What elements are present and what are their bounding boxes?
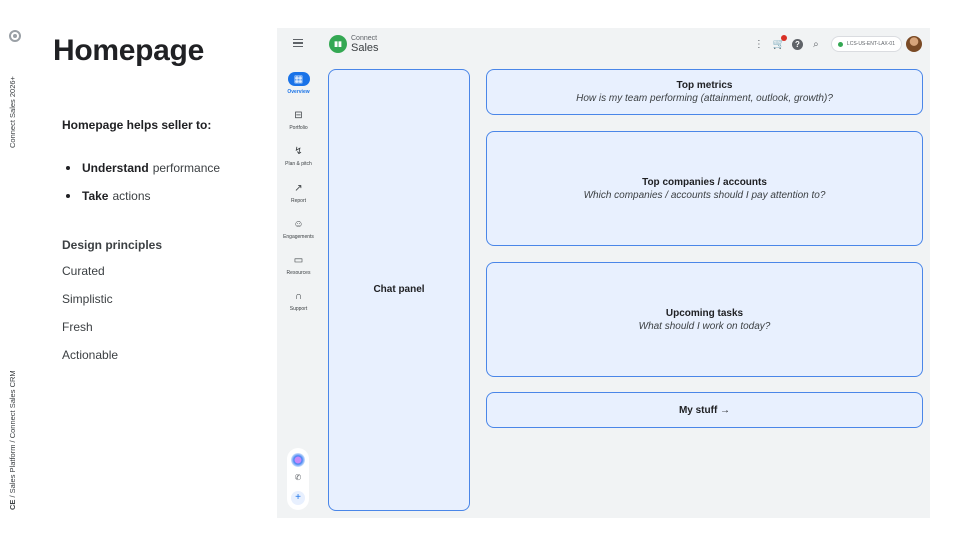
brand-name: Sales [351, 42, 379, 54]
nav-item-support[interactable]: ∩ Support [277, 289, 320, 313]
chat-panel-title: Chat panel [373, 284, 425, 295]
principles-list: Curated Simplistic Fresh Actionable [62, 264, 118, 376]
bullet-list: Understand performance Take actions [66, 154, 220, 210]
person-card-icon: ☺ [293, 218, 304, 230]
my-stuff-button[interactable]: My stuff → [486, 392, 923, 428]
bullet-text: performance [152, 161, 221, 175]
top-metrics-card[interactable]: Top metrics How is my team performing (a… [486, 69, 923, 115]
principle-item: Curated [62, 264, 105, 278]
top-metrics-title: Top metrics [676, 80, 733, 91]
assistant-icon[interactable] [291, 453, 305, 467]
nav-item-resources[interactable]: ▭ Resources [277, 253, 320, 277]
more-vert-icon[interactable]: ⋮ [752, 37, 766, 51]
account-chip[interactable]: LCS-US-ENT-LAX-01 [830, 36, 902, 52]
nav-label: Portfolio [289, 125, 308, 131]
status-dot-icon [837, 41, 843, 47]
bullet-bold: Take [82, 189, 109, 203]
nav-label: Resources [286, 270, 311, 276]
upcoming-tasks-subtitle: What should I work on today? [638, 320, 771, 332]
bullet-text: actions [112, 189, 151, 203]
brand-name-small: Connect [351, 35, 378, 42]
top-companies-subtitle: Which companies / accounts should I pay … [583, 189, 826, 201]
upcoming-tasks-title: Upcoming tasks [665, 307, 744, 319]
bullet-item: Take actions [66, 182, 220, 210]
nav-label: Overview [287, 89, 310, 95]
dashboard-icon: ▦ [287, 72, 310, 86]
side-label-bottom: CE / Sales Platform / Connect Sales CRM [8, 370, 17, 510]
chart-icon: ↗ [294, 182, 303, 194]
nav-item-engagements[interactable]: ☺ Engagements [277, 217, 320, 241]
top-metrics-subtitle: How is my team performing (attainment, o… [576, 93, 833, 104]
side-label-top: Connect Sales 2026+ [8, 76, 17, 148]
bullet-bold: Understand [82, 161, 149, 175]
principles-title: Design principles [62, 238, 163, 252]
phone-icon[interactable]: ✆ [287, 473, 309, 482]
top-app-bar: ▮▮ Connect Sales ⋮ 🛒 ? ⌕ LCS-US-ENT-LAX-… [277, 28, 930, 62]
brand-mark-icon [9, 30, 21, 42]
principle-item: Simplistic [62, 292, 113, 306]
principle-item: Fresh [62, 320, 93, 334]
bullet-dot-icon [66, 194, 70, 198]
briefcase-icon: ⊟ [294, 109, 303, 121]
principle-item: Actionable [62, 348, 119, 362]
my-stuff-label: My stuff → [678, 404, 731, 416]
top-companies-title: Top companies / accounts [642, 176, 767, 188]
intro-text: Homepage helps seller to: [62, 118, 212, 132]
upcoming-tasks-card[interactable]: Upcoming tasks What should I work on tod… [486, 262, 923, 377]
headset-icon: ∩ [294, 290, 303, 302]
sales-logo-icon: ▮▮ [329, 35, 347, 53]
avatar[interactable] [906, 36, 922, 52]
search-icon[interactable]: ⌕ [809, 37, 823, 51]
top-companies-card[interactable]: Top companies / accounts Which companies… [486, 131, 923, 246]
help-icon[interactable]: ? [791, 38, 803, 50]
nav-label: Support [289, 306, 308, 312]
slide-title: Homepage [53, 34, 204, 67]
side-label-path: / Sales Platform / Connect Sales CRM [8, 370, 17, 498]
nav-item-plan-pitch[interactable]: ↯ Plan & pitch [277, 144, 320, 168]
bullet-dot-icon [66, 166, 70, 170]
add-icon[interactable]: + [291, 491, 305, 505]
resources-icon: ▭ [293, 254, 304, 266]
notification-badge [780, 35, 787, 41]
rail-quick-actions: ✆ + [287, 448, 309, 510]
bullet-item: Understand performance [66, 154, 220, 182]
chat-panel[interactable]: Chat panel [328, 69, 470, 511]
nav-item-overview[interactable]: ▦ Overview [277, 72, 320, 95]
notifications-icon[interactable]: 🛒 [772, 35, 787, 51]
nav-label: Plan & pitch [285, 161, 312, 167]
account-id: LCS-US-ENT-LAX-01 [846, 41, 895, 47]
nav-label: Report [290, 198, 306, 204]
nav-label: Engagements [283, 234, 314, 240]
nav-item-portfolio[interactable]: ⊟ Portfolio [277, 108, 320, 132]
menu-icon[interactable] [293, 39, 303, 47]
side-label-prefix: CE [8, 499, 17, 510]
nav-item-report[interactable]: ↗ Report [277, 181, 320, 205]
route-icon: ↯ [294, 145, 303, 157]
topbar-actions: ⋮ 🛒 ? ⌕ LCS-US-ENT-LAX-01 [746, 35, 922, 52]
